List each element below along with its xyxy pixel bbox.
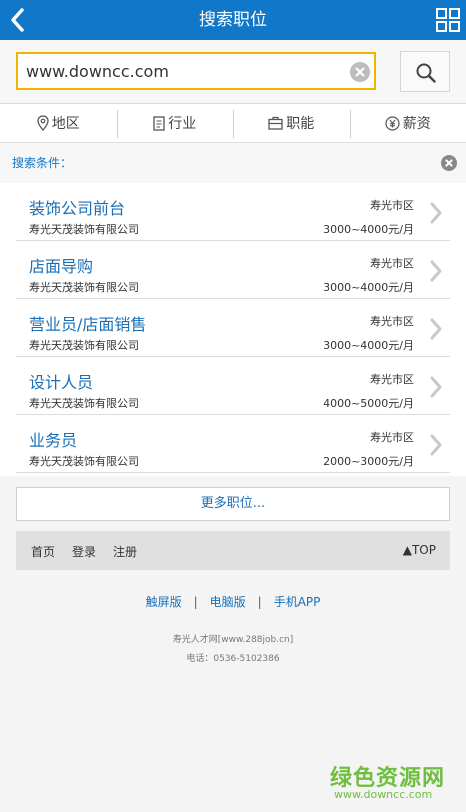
company-name: 寿光天茂装饰有限公司 xyxy=(29,397,139,410)
touch-version-link[interactable]: 触屏版 xyxy=(146,595,182,609)
job-location: 寿光市区 xyxy=(370,199,414,212)
chevron-right-icon xyxy=(430,318,442,340)
list-item[interactable]: 营业员/店面销售 寿光天茂装饰有限公司 寿光市区 3000~4000元/月 xyxy=(16,299,450,357)
job-list: 装饰公司前台 寿光天茂装饰有限公司 寿光市区 3000~4000元/月 店面导购… xyxy=(0,183,466,476)
search-button[interactable] xyxy=(400,51,450,92)
company-name: 寿光天茂装饰有限公司 xyxy=(29,281,139,294)
filter-salary-label: 薪资 xyxy=(402,116,431,132)
footer-login-link[interactable]: 登录 xyxy=(72,543,96,560)
job-salary: 3000~4000元/月 xyxy=(323,281,414,294)
footer-nav: 首页 登录 注册 ▲TOP xyxy=(16,531,450,570)
document-icon xyxy=(153,115,165,131)
separator: | xyxy=(193,595,198,609)
job-title: 设计人员 xyxy=(29,373,94,392)
filter-function-label: 职能 xyxy=(286,116,315,132)
app-version-link[interactable]: 手机APP xyxy=(274,595,321,609)
search-icon xyxy=(416,63,436,83)
grid-icon[interactable] xyxy=(436,8,460,32)
job-title: 装饰公司前台 xyxy=(29,199,126,218)
job-location: 寿光市区 xyxy=(370,257,414,270)
list-item[interactable]: 设计人员 寿光天茂装饰有限公司 寿光市区 4000~5000元/月 xyxy=(16,357,450,415)
pc-version-link[interactable]: 电脑版 xyxy=(210,595,246,609)
yen-icon xyxy=(385,115,400,131)
job-salary: 4000~5000元/月 xyxy=(323,397,414,410)
job-salary: 3000~4000元/月 xyxy=(323,223,414,236)
filter-bar: 地区 行业 职能 薪资 xyxy=(0,103,466,143)
clear-icon[interactable] xyxy=(349,61,371,83)
chevron-right-icon xyxy=(430,260,442,282)
phone-info: 电话：0536-5102386 xyxy=(186,654,280,664)
company-name: 寿光天茂装饰有限公司 xyxy=(29,455,139,468)
clear-criteria-icon[interactable] xyxy=(440,154,458,172)
header-bar: 搜索职位 xyxy=(0,0,466,40)
site-info: 寿光人才网[www.288job.cn] xyxy=(172,635,294,645)
job-location: 寿光市区 xyxy=(370,431,414,444)
chevron-right-icon xyxy=(430,376,442,398)
search-input[interactable] xyxy=(26,54,356,88)
watermark-url: www.downcc.com xyxy=(334,788,433,801)
job-title: 营业员/店面销售 xyxy=(29,315,147,334)
search-area xyxy=(0,40,466,102)
chevron-right-icon xyxy=(430,434,442,456)
list-item[interactable]: 店面导购 寿光天茂装饰有限公司 寿光市区 3000~4000元/月 xyxy=(16,241,450,299)
page-title: 搜索职位 xyxy=(199,10,267,30)
job-location: 寿光市区 xyxy=(370,315,414,328)
footer-home-link[interactable]: 首页 xyxy=(31,543,55,560)
version-links: 触屏版 | 电脑版 | 手机APP xyxy=(0,593,466,610)
job-title: 店面导购 xyxy=(29,257,94,276)
list-item[interactable]: 装饰公司前台 寿光天茂装饰有限公司 寿光市区 3000~4000元/月 xyxy=(16,183,450,241)
job-salary: 3000~4000元/月 xyxy=(323,339,414,352)
job-title: 业务员 xyxy=(29,431,78,450)
job-salary: 2000~3000元/月 xyxy=(323,455,414,468)
chevron-right-icon xyxy=(430,202,442,224)
search-criteria-bar: 搜索条件： xyxy=(0,143,466,183)
filter-function[interactable]: 职能 xyxy=(233,104,350,142)
search-box xyxy=(16,52,376,90)
job-location: 寿光市区 xyxy=(370,373,414,386)
location-pin-icon xyxy=(37,115,49,131)
briefcase-icon xyxy=(268,116,283,130)
filter-salary[interactable]: 薪资 xyxy=(349,104,466,142)
separator: | xyxy=(257,595,262,609)
more-jobs-button[interactable]: 更多职位... xyxy=(16,487,450,521)
filter-industry-label: 行业 xyxy=(168,116,197,132)
search-criteria-label: 搜索条件： xyxy=(12,156,73,170)
company-name: 寿光天茂装饰有限公司 xyxy=(29,339,139,352)
back-to-top-link[interactable]: ▲TOP xyxy=(403,543,436,557)
company-name: 寿光天茂装饰有限公司 xyxy=(29,223,139,236)
list-item[interactable]: 业务员 寿光天茂装饰有限公司 寿光市区 2000~3000元/月 xyxy=(16,415,450,473)
footer-register-link[interactable]: 注册 xyxy=(113,543,137,560)
filter-region-label: 地区 xyxy=(51,116,80,132)
filter-region[interactable]: 地区 xyxy=(0,104,117,142)
filter-industry[interactable]: 行业 xyxy=(116,104,234,142)
